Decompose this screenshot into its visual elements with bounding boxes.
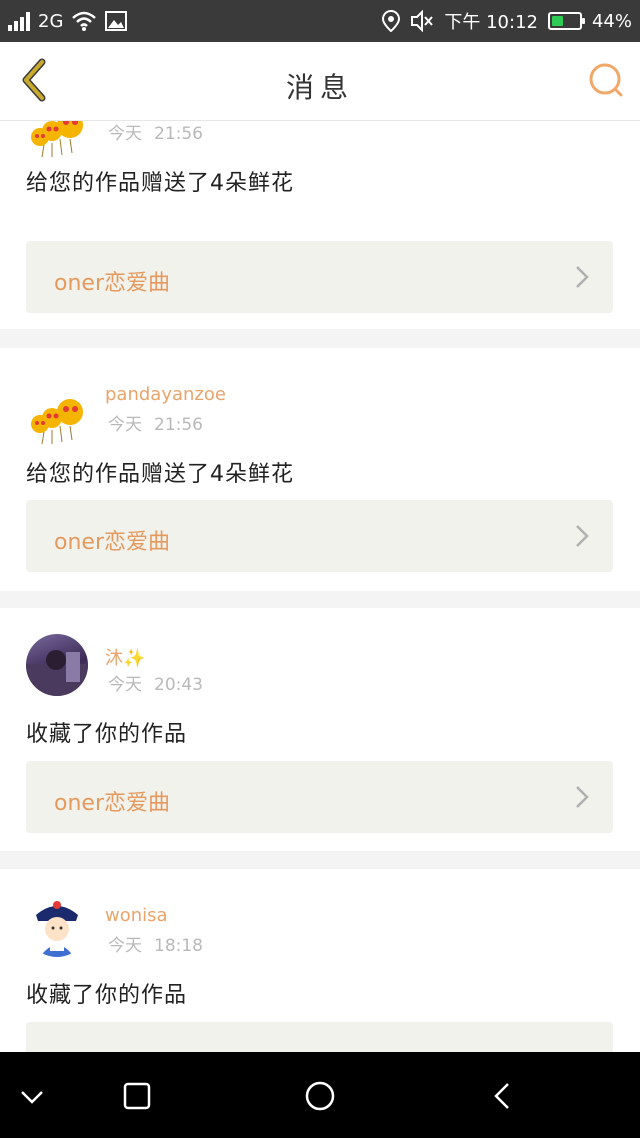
mute-icon	[411, 10, 434, 32]
signal-icon	[8, 11, 30, 31]
search-icon	[589, 63, 623, 97]
message-card: wonisa 今天 18:18 收藏了你的作品	[0, 869, 640, 1052]
work-link[interactable]	[26, 1022, 613, 1052]
timestamp: 今天 21:56	[108, 124, 203, 144]
work-link[interactable]: oner恋爱曲	[26, 761, 613, 833]
clock: 下午 10:12	[444, 12, 538, 33]
photo-avatar[interactable]	[26, 634, 88, 696]
work-title: oner恋爱曲	[54, 791, 170, 816]
work-title: oner恋爱曲	[54, 530, 170, 555]
wifi-icon	[72, 11, 97, 31]
status-bar: 2G 下午 10:12 44%	[0, 0, 640, 42]
username[interactable]: 沐✨	[105, 644, 145, 670]
back-triangle-icon	[494, 1083, 509, 1109]
message-card: pandayanzoe 今天21:56 给您的作品赠送了4朵鲜花 oner恋爱曲	[0, 121, 640, 329]
username[interactable]: wonisa	[105, 905, 168, 926]
chevron-right-icon	[576, 266, 589, 288]
message-text: 给您的作品赠送了4朵鲜花	[26, 462, 294, 487]
home-button[interactable]	[298, 1074, 342, 1118]
chevron-right-icon	[576, 786, 589, 808]
battery-icon	[547, 12, 585, 30]
message-card: 沐✨ 今天 20:43 收藏了你的作品 oner恋爱曲	[0, 608, 640, 851]
heart-eyes-emoji-avatar[interactable]	[26, 121, 88, 163]
work-link[interactable]: oner恋爱曲	[26, 241, 613, 313]
heart-eyes-emoji-avatar[interactable]	[26, 388, 88, 450]
chevron-down-icon	[21, 1091, 43, 1104]
battery-percent: 44%	[591, 10, 632, 32]
timestamp: 今天 21:56	[108, 415, 203, 435]
chevron-right-icon	[576, 525, 589, 547]
work-link[interactable]: oner恋爱曲	[26, 500, 613, 572]
message-card: pandayanzoe 今天21:56 给您的作品赠送了4朵鲜花 oner恋爱曲	[0, 348, 640, 591]
recent-apps-button[interactable]	[115, 1074, 159, 1118]
cartoon-avatar[interactable]	[26, 895, 88, 957]
timestamp: 今天 20:43	[108, 675, 203, 695]
square-icon	[123, 1082, 151, 1110]
timestamp: 今天 18:18	[108, 936, 203, 956]
page-title: 消息	[285, 71, 354, 104]
circle-icon	[305, 1081, 335, 1111]
location-icon	[382, 10, 401, 32]
app-header: 消息	[0, 42, 640, 121]
message-text: 收藏了你的作品	[26, 722, 188, 747]
system-back-button[interactable]	[482, 1074, 526, 1118]
collapse-button[interactable]	[10, 1074, 54, 1118]
network-type: 2G	[38, 10, 64, 32]
message-text: 给您的作品赠送了4朵鲜花	[26, 171, 294, 196]
username[interactable]: pandayanzoe	[105, 384, 226, 405]
search-button[interactable]	[586, 60, 626, 100]
work-title: oner恋爱曲	[54, 271, 170, 296]
message-list[interactable]: pandayanzoe 今天21:56 给您的作品赠送了4朵鲜花 oner恋爱曲…	[0, 121, 640, 1052]
image-icon	[105, 11, 128, 31]
system-nav-bar	[0, 1052, 640, 1138]
message-text: 收藏了你的作品	[26, 983, 188, 1008]
